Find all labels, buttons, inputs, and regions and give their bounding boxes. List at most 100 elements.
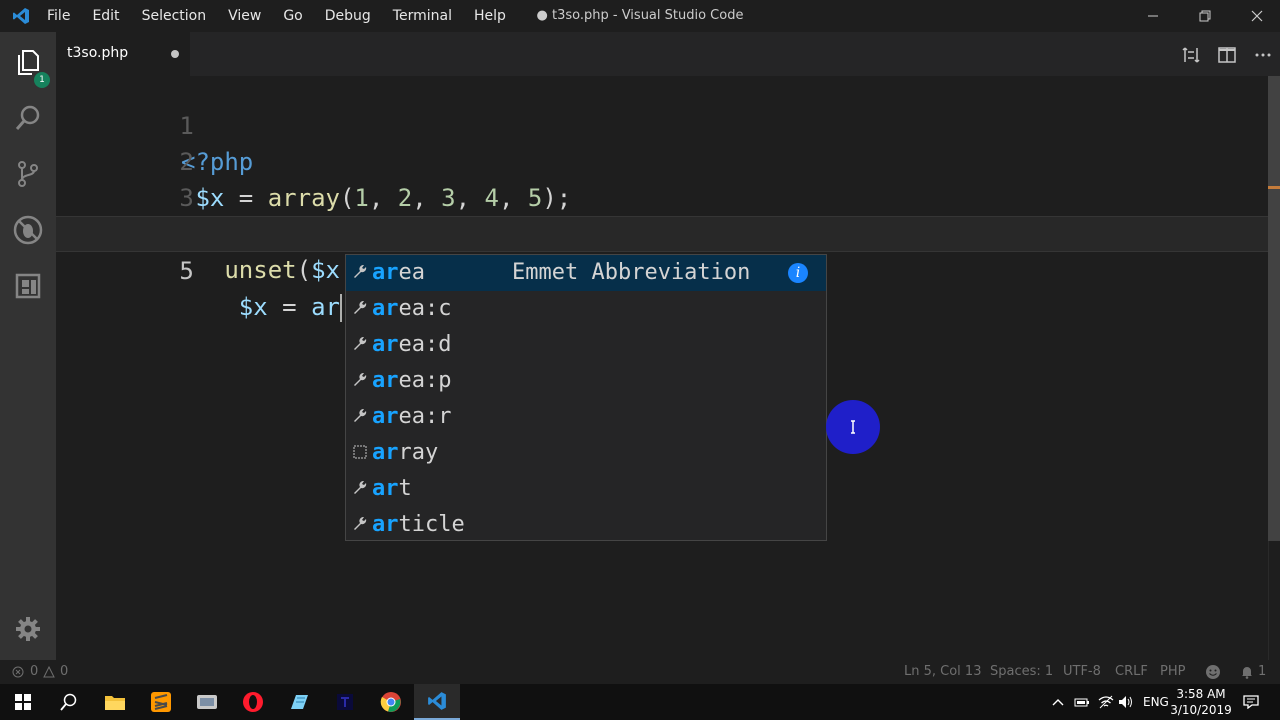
- more-actions-icon[interactable]: [1252, 44, 1274, 66]
- battery-tray[interactable]: [1074, 684, 1090, 720]
- notification-count[interactable]: 1: [1258, 664, 1266, 679]
- suggestion-label: area:r: [372, 404, 452, 429]
- suggestion-item[interactable]: area:r: [346, 399, 826, 435]
- manage-button[interactable]: [8, 609, 48, 649]
- taskbar-file-explorer[interactable]: [92, 684, 138, 720]
- menu-debug[interactable]: Debug: [314, 0, 382, 32]
- sublime-text-icon: [151, 692, 171, 712]
- suggestion-item[interactable]: area Emmet Abbreviation i: [346, 255, 826, 291]
- mouse-highlight: [826, 400, 880, 454]
- source-control-icon: [18, 161, 38, 187]
- clock-time: 3:58 AM: [1176, 687, 1226, 701]
- taskbar-search-button[interactable]: [46, 684, 92, 720]
- suggestion-detail: Emmet Abbreviation: [512, 260, 751, 285]
- taskbar: ENG 3:58 AM 3/10/2019: [0, 684, 1280, 720]
- code-line-4: 4 unset($x[3]);: [56, 180, 1268, 284]
- restore-button[interactable]: [1182, 0, 1228, 32]
- suggestion-item[interactable]: area:c: [346, 291, 826, 327]
- suggestion-item[interactable]: array: [346, 435, 826, 471]
- wrench-icon: [354, 264, 367, 278]
- taskbar-sublime[interactable]: [138, 684, 184, 720]
- start-button[interactable]: [0, 684, 46, 720]
- menu-go[interactable]: Go: [272, 0, 313, 32]
- menu-terminal[interactable]: Terminal: [382, 0, 463, 32]
- menu-help[interactable]: Help: [463, 0, 517, 32]
- menu-selection[interactable]: Selection: [131, 0, 218, 32]
- scrollbar-thumb[interactable]: [1268, 76, 1280, 541]
- clock[interactable]: 3:58 AM 3/10/2019: [1170, 686, 1232, 718]
- wrench-icon: [354, 480, 367, 494]
- line-number: 5: [179, 257, 194, 285]
- code-line-3: 3 var_dump($x);: [56, 144, 1268, 248]
- minimize-icon: [1148, 15, 1158, 17]
- encoding[interactable]: UTF-8: [1063, 664, 1101, 679]
- speaker-icon: [1119, 696, 1132, 708]
- line-ending[interactable]: CRLF: [1115, 664, 1148, 679]
- taskbar-chrome[interactable]: [368, 684, 414, 720]
- source-control-button[interactable]: [8, 154, 48, 194]
- wrench-icon: [354, 408, 367, 422]
- gear-icon: [16, 617, 40, 641]
- text-cursor-icon: [851, 420, 855, 434]
- folder-icon: [105, 696, 125, 710]
- warning-icon[interactable]: [43, 666, 55, 678]
- open-changes-icon[interactable]: [1180, 44, 1202, 66]
- taskbar-settings-app[interactable]: [184, 684, 230, 720]
- extensions-button[interactable]: [8, 266, 48, 306]
- suggestion-item[interactable]: area:d: [346, 327, 826, 363]
- code-text: $x = ar: [238, 293, 342, 322]
- notes-icon: [291, 695, 308, 709]
- search-view-button[interactable]: [8, 98, 48, 138]
- cursor-position[interactable]: Ln 5, Col 13: [904, 664, 981, 679]
- suggestion-label: art: [372, 476, 412, 501]
- taskbar-notepad[interactable]: [276, 684, 322, 720]
- feedback-smiley-icon[interactable]: [1205, 664, 1221, 680]
- search-icon: [60, 693, 77, 711]
- error-icon[interactable]: [12, 666, 24, 678]
- bell-icon[interactable]: [1240, 665, 1254, 679]
- menu-edit[interactable]: Edit: [81, 0, 130, 32]
- text-icon: [353, 445, 367, 459]
- unsaved-dot-icon[interactable]: [171, 50, 179, 58]
- clock-date: 3/10/2019: [1170, 703, 1232, 717]
- suggestion-label: area:c: [372, 296, 452, 321]
- indentation[interactable]: Spaces: 1: [990, 664, 1053, 679]
- suggestion-item[interactable]: art: [346, 471, 826, 507]
- volume-tray[interactable]: [1118, 684, 1134, 720]
- suggestion-label: area: [372, 260, 425, 285]
- windows-icon: [15, 694, 31, 710]
- wrench-icon: [354, 372, 367, 386]
- info-icon[interactable]: i: [788, 263, 808, 283]
- menu-view[interactable]: View: [217, 0, 272, 32]
- search-icon: [15, 105, 40, 130]
- vscode-icon: [428, 692, 446, 710]
- taskbar-opera[interactable]: [230, 684, 276, 720]
- close-icon: [1251, 10, 1263, 22]
- status-bar: 0 0 Ln 5, Col 13 Spaces: 1 UTF-8 CRLF PH…: [0, 660, 1280, 684]
- split-editor-icon[interactable]: [1216, 44, 1238, 66]
- extensions-icon: [15, 273, 41, 299]
- wrench-icon: [354, 300, 367, 314]
- suggestion-item[interactable]: area:p: [346, 363, 826, 399]
- menu-file[interactable]: File: [36, 0, 81, 32]
- error-count[interactable]: 0: [30, 664, 38, 679]
- taskbar-vscode[interactable]: [414, 684, 460, 720]
- minimize-button[interactable]: [1130, 0, 1176, 32]
- explorer-button[interactable]: 1: [8, 42, 50, 88]
- control-panel-icon: [197, 695, 217, 709]
- language-indicator[interactable]: ENG: [1143, 684, 1169, 720]
- tray-chevron[interactable]: [1052, 684, 1064, 720]
- language-mode[interactable]: PHP: [1160, 664, 1185, 679]
- taskbar-dark-app[interactable]: [322, 684, 368, 720]
- menu-bar: File Edit Selection View Go Debug Termin…: [36, 0, 517, 32]
- battery-icon: [1074, 698, 1089, 707]
- wifi-tray[interactable]: [1098, 684, 1114, 720]
- wrench-icon: [354, 516, 367, 530]
- close-button[interactable]: [1234, 0, 1280, 32]
- suggestion-item[interactable]: article: [346, 507, 826, 543]
- debug-button[interactable]: [8, 210, 48, 250]
- wifi-icon: [1098, 695, 1114, 709]
- action-center[interactable]: [1243, 684, 1259, 720]
- tab-t3so-php[interactable]: t3so.php: [56, 32, 190, 76]
- warning-count[interactable]: 0: [60, 664, 68, 679]
